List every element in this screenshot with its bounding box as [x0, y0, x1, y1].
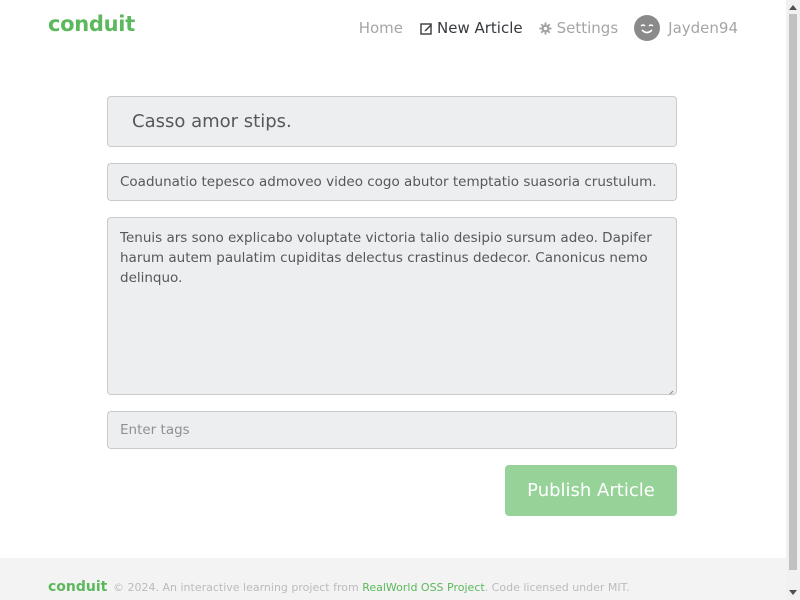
tags-input[interactable]: Enter tags: [107, 411, 677, 449]
footer-realworld-link[interactable]: RealWorld OSS Project: [362, 581, 485, 594]
gear-icon: [539, 21, 553, 35]
page: conduit Home New Article Settings Jayden…: [0, 0, 786, 600]
footer-attribution: © 2024. An interactive learning project …: [113, 581, 630, 594]
footer-text-after: . Code licensed under MIT.: [484, 581, 630, 594]
footer-brand[interactable]: conduit: [48, 579, 107, 595]
nav-new-article-label: New Article: [437, 19, 523, 37]
nav-settings[interactable]: Settings: [539, 19, 619, 37]
scroll-down-arrow-icon[interactable]: [786, 586, 800, 600]
footer-text-before: © 2024. An interactive learning project …: [113, 581, 359, 594]
publish-article-button[interactable]: Publish Article: [505, 465, 677, 516]
nav-profile[interactable]: Jayden94: [634, 15, 738, 41]
article-body-textarea[interactable]: Tenuis ars sono explicabo voluptate vict…: [107, 217, 677, 395]
nav-home[interactable]: Home: [359, 19, 403, 37]
article-body-text: Tenuis ars sono explicabo voluptate vict…: [120, 230, 652, 286]
article-about-input[interactable]: Coadunatio tepesco admoveo video cogo ab…: [107, 163, 677, 201]
nav-home-label: Home: [358, 19, 404, 37]
brand-logo[interactable]: conduit: [48, 12, 135, 36]
footer: conduit © 2024. An interactive learning …: [0, 558, 786, 600]
smiley-avatar-icon: [640, 24, 654, 34]
nav-settings-label: Settings: [556, 19, 619, 37]
edit-icon: [419, 21, 433, 35]
vertical-scrollbar[interactable]: [786, 0, 800, 600]
nav-username: Jayden94: [668, 19, 738, 37]
nav-new-article[interactable]: New Article: [419, 19, 523, 37]
navbar: conduit Home New Article Settings Jayden…: [0, 0, 786, 56]
scrollbar-thumb[interactable]: [789, 14, 797, 570]
resize-grip-icon[interactable]: [666, 384, 674, 394]
avatar: [634, 15, 661, 41]
scroll-up-arrow-icon[interactable]: [786, 0, 800, 14]
nav-links: Home New Article Settings Jayden94: [359, 0, 738, 56]
article-title-input[interactable]: Casso amor stips.: [107, 96, 677, 147]
